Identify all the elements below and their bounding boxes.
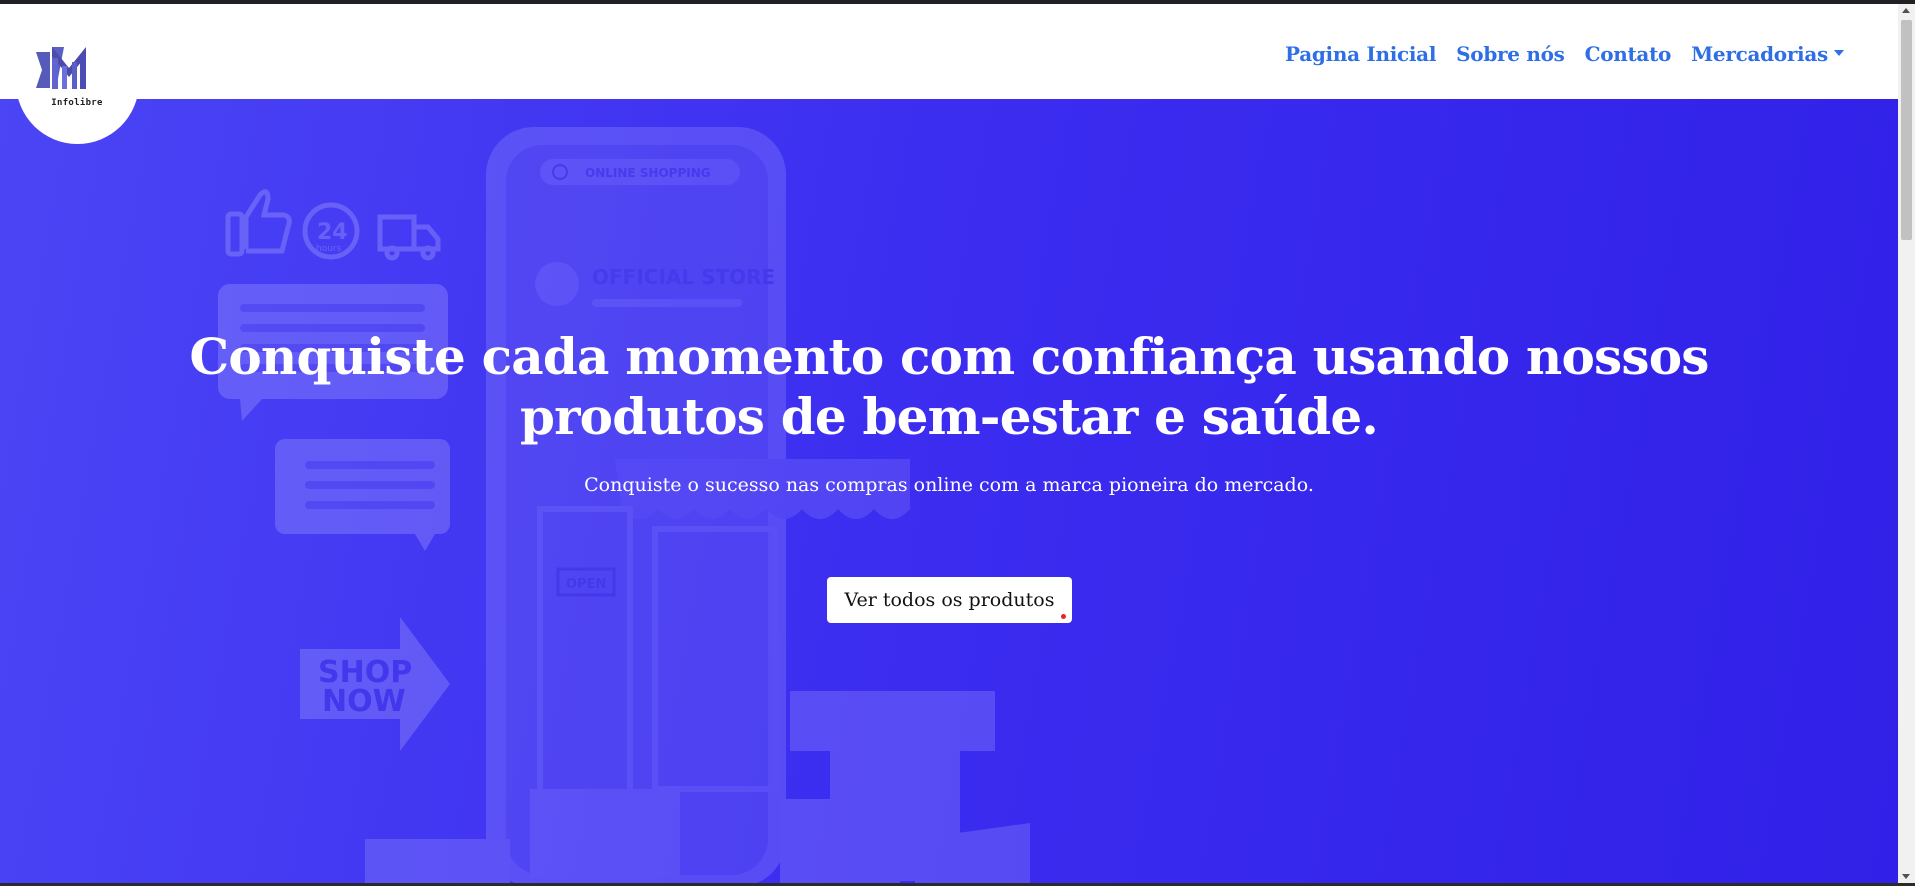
phone-search-text: ONLINE SHOPPING bbox=[585, 166, 711, 180]
hero-subtitle: Conquiste o sucesso nas compras online c… bbox=[584, 474, 1314, 496]
nav-pagina-inicial[interactable]: Pagina Inicial bbox=[1285, 42, 1436, 66]
cta-label: Ver todos os produtos bbox=[844, 589, 1055, 611]
open-sign-text: OPEN bbox=[566, 577, 606, 592]
24-hours-icon: 24 hours bbox=[302, 202, 360, 260]
nav-contato[interactable]: Contato bbox=[1585, 42, 1672, 66]
notification-dot bbox=[1061, 614, 1066, 619]
thumbs-up-icon bbox=[225, 189, 292, 257]
navbar: Infolibre Pagina Inicial Sobre nós Conta… bbox=[0, 4, 1898, 144]
nav-mercadorias-dropdown[interactable]: Mercadorias bbox=[1691, 42, 1844, 66]
nav-sobre-nos[interactable]: Sobre nós bbox=[1456, 42, 1565, 66]
vertical-scrollbar[interactable] bbox=[1898, 4, 1915, 883]
scroll-down-arrow-icon[interactable] bbox=[1902, 874, 1910, 879]
hero-title: Conquiste cada momento com confiança usa… bbox=[189, 327, 1709, 446]
page-viewport: Infolibre Pagina Inicial Sobre nós Conta… bbox=[0, 4, 1898, 883]
nav-mercadorias-label: Mercadorias bbox=[1691, 42, 1828, 66]
logo-mark-icon[interactable] bbox=[34, 44, 104, 92]
delivery-truck-icon bbox=[377, 214, 441, 261]
official-store-text: OFFICIAL STORE bbox=[592, 265, 775, 289]
logo-text: Infolibre bbox=[51, 98, 103, 108]
caret-down-icon bbox=[1833, 50, 1844, 56]
shop-now-arrow-icon: SHOP NOW bbox=[300, 617, 450, 751]
hero-section: 24 hours SHOP NOW ONLINE SHOPPING OFFICI… bbox=[0, 99, 1898, 883]
hours-badge-text: 24 bbox=[317, 220, 348, 245]
main-nav: Pagina Inicial Sobre nós Contato Mercado… bbox=[1285, 42, 1844, 66]
scroll-up-arrow-icon[interactable] bbox=[1902, 8, 1910, 13]
scrollbar-thumb[interactable] bbox=[1901, 20, 1912, 240]
shop-now-line2: NOW bbox=[322, 684, 406, 719]
view-all-products-button[interactable]: Ver todos os produtos bbox=[827, 577, 1072, 623]
hours-label-text: hours bbox=[316, 244, 342, 254]
